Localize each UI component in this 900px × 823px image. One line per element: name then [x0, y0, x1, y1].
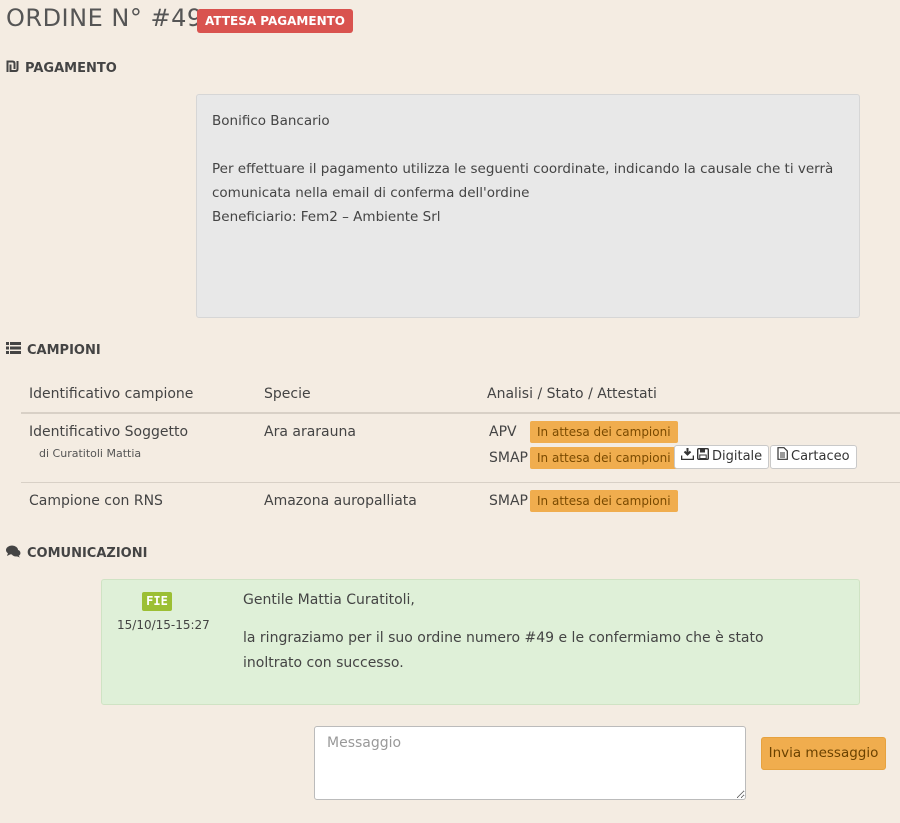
row-divider [21, 482, 900, 483]
message-datetime: 15/10/15-15:27 [117, 618, 210, 632]
sample-id: Campione con RNS [29, 493, 163, 509]
column-header-analyses: Analisi / Stato / Attestati [487, 386, 657, 402]
download-paper-button[interactable]: Cartaceo [770, 445, 857, 469]
table-header-divider [21, 412, 900, 414]
sample-species: Amazona auropalliata [264, 493, 417, 509]
message-greeting: Gentile Mattia Curatitoli, [243, 592, 415, 608]
analysis-status-badge: In attesa dei campioni [530, 421, 678, 443]
message-body: la ringraziamo per il suo ordine numero … [243, 630, 764, 671]
shekel-icon [6, 60, 19, 77]
digital-label: Digitale [712, 449, 763, 464]
payment-section-label: PAGAMENTO [25, 61, 117, 76]
analysis-status-badge: In attesa dei campioni [530, 490, 678, 512]
column-header-species: Specie [264, 386, 311, 402]
payment-section-title: PAGAMENTO [6, 60, 117, 77]
sender-logo: FIE [142, 592, 172, 611]
comments-icon [6, 545, 21, 562]
paper-label: Cartaceo [791, 449, 850, 464]
save-icon [696, 446, 710, 468]
sample-id: Identificativo Soggetto [29, 424, 189, 440]
send-message-button[interactable]: Invia messaggio [761, 737, 886, 770]
status-badge: ATTESA PAGAMENTO [197, 9, 353, 33]
payment-info-box: Bonifico Bancario Per effettuare il paga… [196, 94, 860, 318]
analysis-status-badge: In attesa dei campioni [530, 447, 678, 469]
samples-table: Identificativo campione Specie Analisi /… [21, 372, 900, 522]
analysis-name: SMAP [489, 450, 528, 466]
download-icon [680, 446, 695, 468]
payment-beneficiary: Beneficiario: Fem2 – Ambiente Srl [212, 209, 441, 225]
analysis-name: SMAP [489, 493, 528, 509]
payment-method: Bonifico Bancario [212, 113, 330, 129]
list-icon [6, 342, 21, 358]
page-title: ORDINE N° #49 – [6, 4, 224, 32]
sample-owner: di Curatitoli Mattia [39, 447, 142, 460]
message-card: FIE 15/10/15-15:27 Gentile Mattia Curati… [101, 579, 860, 705]
samples-section-label: CAMPIONI [27, 342, 101, 358]
sample-species: Ara ararauna [264, 424, 356, 440]
message-input[interactable] [314, 726, 746, 800]
column-header-id: Identificativo campione [29, 386, 194, 402]
analysis-name: APV [489, 424, 517, 440]
document-icon [777, 446, 788, 468]
communications-section-title: COMUNICAZIONI [6, 545, 147, 562]
communications-section-label: COMUNICAZIONI [27, 546, 148, 561]
samples-section-title: CAMPIONI [6, 342, 101, 358]
payment-instructions: Per effettuare il pagamento utilizza le … [212, 161, 834, 201]
download-digital-button[interactable]: Digitale [674, 445, 770, 469]
